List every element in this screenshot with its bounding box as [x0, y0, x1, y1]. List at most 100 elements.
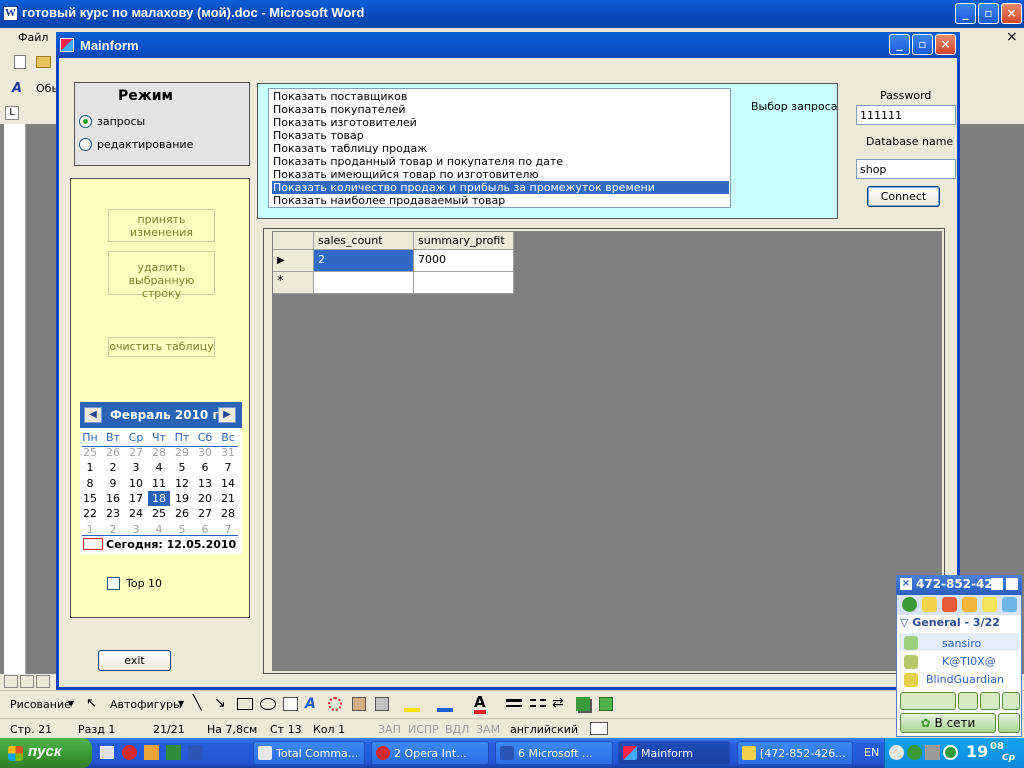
icq-group-header[interactable]: ▽ General - 3/22 — [900, 616, 1000, 629]
tray-expand-icon[interactable] — [889, 745, 904, 760]
calendar-day[interactable]: 3 — [125, 460, 147, 475]
query-list-item[interactable]: Показать изготовителей — [272, 116, 729, 129]
network-tray-icon[interactable] — [925, 745, 940, 760]
status-ovr[interactable]: ЗАМ — [476, 723, 500, 736]
query-listbox[interactable]: Показать поставщиков Показать покупателей… — [268, 88, 731, 208]
autoshapes-menu[interactable]: Автофигуры — [110, 698, 182, 711]
close-document-icon[interactable]: × — [1006, 29, 1018, 45]
icq-minimize-icon[interactable] — [1006, 578, 1018, 590]
icq-help-icon[interactable] — [982, 597, 997, 612]
grid-cell-sales-count[interactable]: 2 — [314, 250, 414, 272]
today-link[interactable]: Сегодня: 12.05.2010 — [106, 538, 236, 551]
calendar-day[interactable]: 16 — [102, 491, 124, 506]
wordart-icon[interactable]: A — [305, 696, 316, 712]
column-header-sales-count[interactable]: sales_count — [314, 232, 414, 250]
calendar-day[interactable]: 24 — [125, 506, 147, 521]
maximize-button[interactable]: ▫ — [912, 34, 933, 55]
icq-restore-icon[interactable] — [991, 578, 1003, 590]
calendar-day[interactable]: 11 — [148, 476, 170, 491]
calendar-day[interactable]: 30 — [194, 445, 216, 460]
task-opera[interactable]: 2 Opera Int... — [371, 741, 489, 765]
query-list-item[interactable]: Показать имеющийся товар по изготовителю — [272, 168, 729, 181]
grid-new-cell-sales-count[interactable] — [314, 272, 414, 294]
calendar-month-title[interactable]: Февраль 2010 г. — [110, 408, 223, 422]
calendar-day[interactable]: 13 — [194, 476, 216, 491]
language-indicator[interactable]: EN — [864, 746, 879, 759]
query-list-item[interactable]: Показать таблицу продаж — [272, 142, 729, 155]
connect-button[interactable]: Connect — [867, 186, 940, 207]
start-button[interactable]: пуск — [0, 738, 92, 768]
calendar-day[interactable]: 10 — [125, 476, 147, 491]
diagram-icon[interactable] — [328, 697, 342, 711]
task-icq[interactable]: [472-852-426... — [737, 741, 853, 765]
print-view-icon[interactable] — [36, 675, 50, 688]
security-tray-icon[interactable] — [943, 745, 958, 760]
query-list-item[interactable]: Показать проданный товар и покупателя по… — [272, 155, 729, 168]
calendar-day[interactable]: 28 — [217, 506, 239, 521]
icq-eye-button[interactable] — [998, 713, 1020, 733]
calendar-day[interactable]: 2 — [102, 460, 124, 475]
calendar-day[interactable]: 31 — [217, 445, 239, 460]
radio-editing-label[interactable]: редактирование — [97, 138, 193, 151]
icq-contact[interactable]: sansiro — [942, 637, 981, 650]
task-microsoft-word[interactable]: 6 Microsoft ... — [495, 741, 613, 765]
opera-quicklaunch-icon[interactable] — [122, 745, 137, 760]
calendar-day[interactable]: 21 — [217, 491, 239, 506]
icq-search-button[interactable] — [958, 692, 978, 710]
new-row-header[interactable]: * — [273, 272, 314, 294]
calendar-day[interactable]: 5 — [171, 460, 193, 475]
clipart-icon[interactable] — [352, 697, 366, 711]
close-icon[interactable]: × — [900, 578, 912, 590]
show-desktop-icon[interactable] — [100, 746, 114, 759]
status-ext[interactable]: ВДЛ — [445, 723, 469, 736]
icq-status-button[interactable]: ✿ В сети — [900, 713, 996, 733]
close-button[interactable]: × — [935, 34, 956, 55]
picture-icon[interactable] — [375, 697, 389, 711]
column-header-summary-profit[interactable]: summary_profit — [414, 232, 514, 250]
top10-label[interactable]: Top 10 — [126, 577, 162, 590]
calendar-day[interactable]: 15 — [79, 491, 101, 506]
icq-main-menu-button[interactable] — [900, 692, 956, 710]
minimize-button[interactable]: _ — [889, 34, 910, 55]
query-list-item[interactable]: Показать покупателей — [272, 103, 729, 116]
calendar-day[interactable]: 8 — [79, 476, 101, 491]
tab-stop-icon[interactable]: L — [5, 106, 19, 120]
calendar-day[interactable]: 26 — [102, 445, 124, 460]
current-row-header[interactable]: ▶ — [273, 250, 314, 272]
calendar-day[interactable]: 27 — [125, 445, 147, 460]
icq-tray-icon[interactable] — [907, 745, 922, 760]
calendar-day[interactable]: 1 — [79, 460, 101, 475]
menu-file[interactable]: Файл — [18, 31, 48, 44]
accept-changes-button[interactable]: принять изменения — [108, 209, 215, 242]
calendar-day[interactable]: 12 — [171, 476, 193, 491]
calendar-day[interactable]: 18 — [148, 490, 170, 506]
icq-help-button[interactable] — [1002, 692, 1020, 710]
new-document-icon[interactable] — [14, 55, 26, 69]
line-color-icon[interactable] — [437, 696, 453, 712]
query-list-item[interactable]: Показать количество продаж и прибыль за … — [272, 181, 729, 194]
font-color-icon[interactable]: A — [474, 694, 486, 714]
calendar-day[interactable]: 19 — [171, 491, 193, 506]
word-close-button[interactable]: × — [1001, 3, 1022, 24]
select-pointer-icon[interactable]: ↖ — [86, 696, 97, 711]
icq-mail-icon[interactable] — [962, 597, 977, 612]
calendar-day[interactable]: 23 — [102, 506, 124, 521]
icq-settings-button[interactable] — [980, 692, 1000, 710]
clock-hour[interactable]: 19 — [966, 742, 988, 761]
quicklaunch-icon[interactable] — [144, 745, 159, 760]
results-datagrid[interactable] — [272, 231, 942, 671]
grid-new-cell-summary-profit[interactable] — [414, 272, 514, 294]
task-total-commander[interactable]: Total Comma... — [253, 741, 365, 765]
arrow-tool-icon[interactable]: ↘ — [214, 695, 226, 711]
query-list-item[interactable]: Показать поставщиков — [272, 90, 729, 103]
icq-contact[interactable]: BlindGuardian — [926, 673, 1004, 686]
line-tool-icon[interactable]: ╲ — [193, 695, 201, 711]
calendar-day[interactable]: 6 — [194, 460, 216, 475]
calendar-day[interactable]: 22 — [79, 506, 101, 521]
3d-style-icon[interactable] — [599, 697, 613, 711]
radio-editing[interactable] — [79, 138, 92, 151]
clear-table-button[interactable]: очистить таблицу — [108, 337, 215, 357]
shadow-style-icon[interactable] — [576, 697, 590, 711]
calendar-day[interactable]: 4 — [148, 460, 170, 475]
dash-style-icon[interactable] — [530, 699, 546, 707]
